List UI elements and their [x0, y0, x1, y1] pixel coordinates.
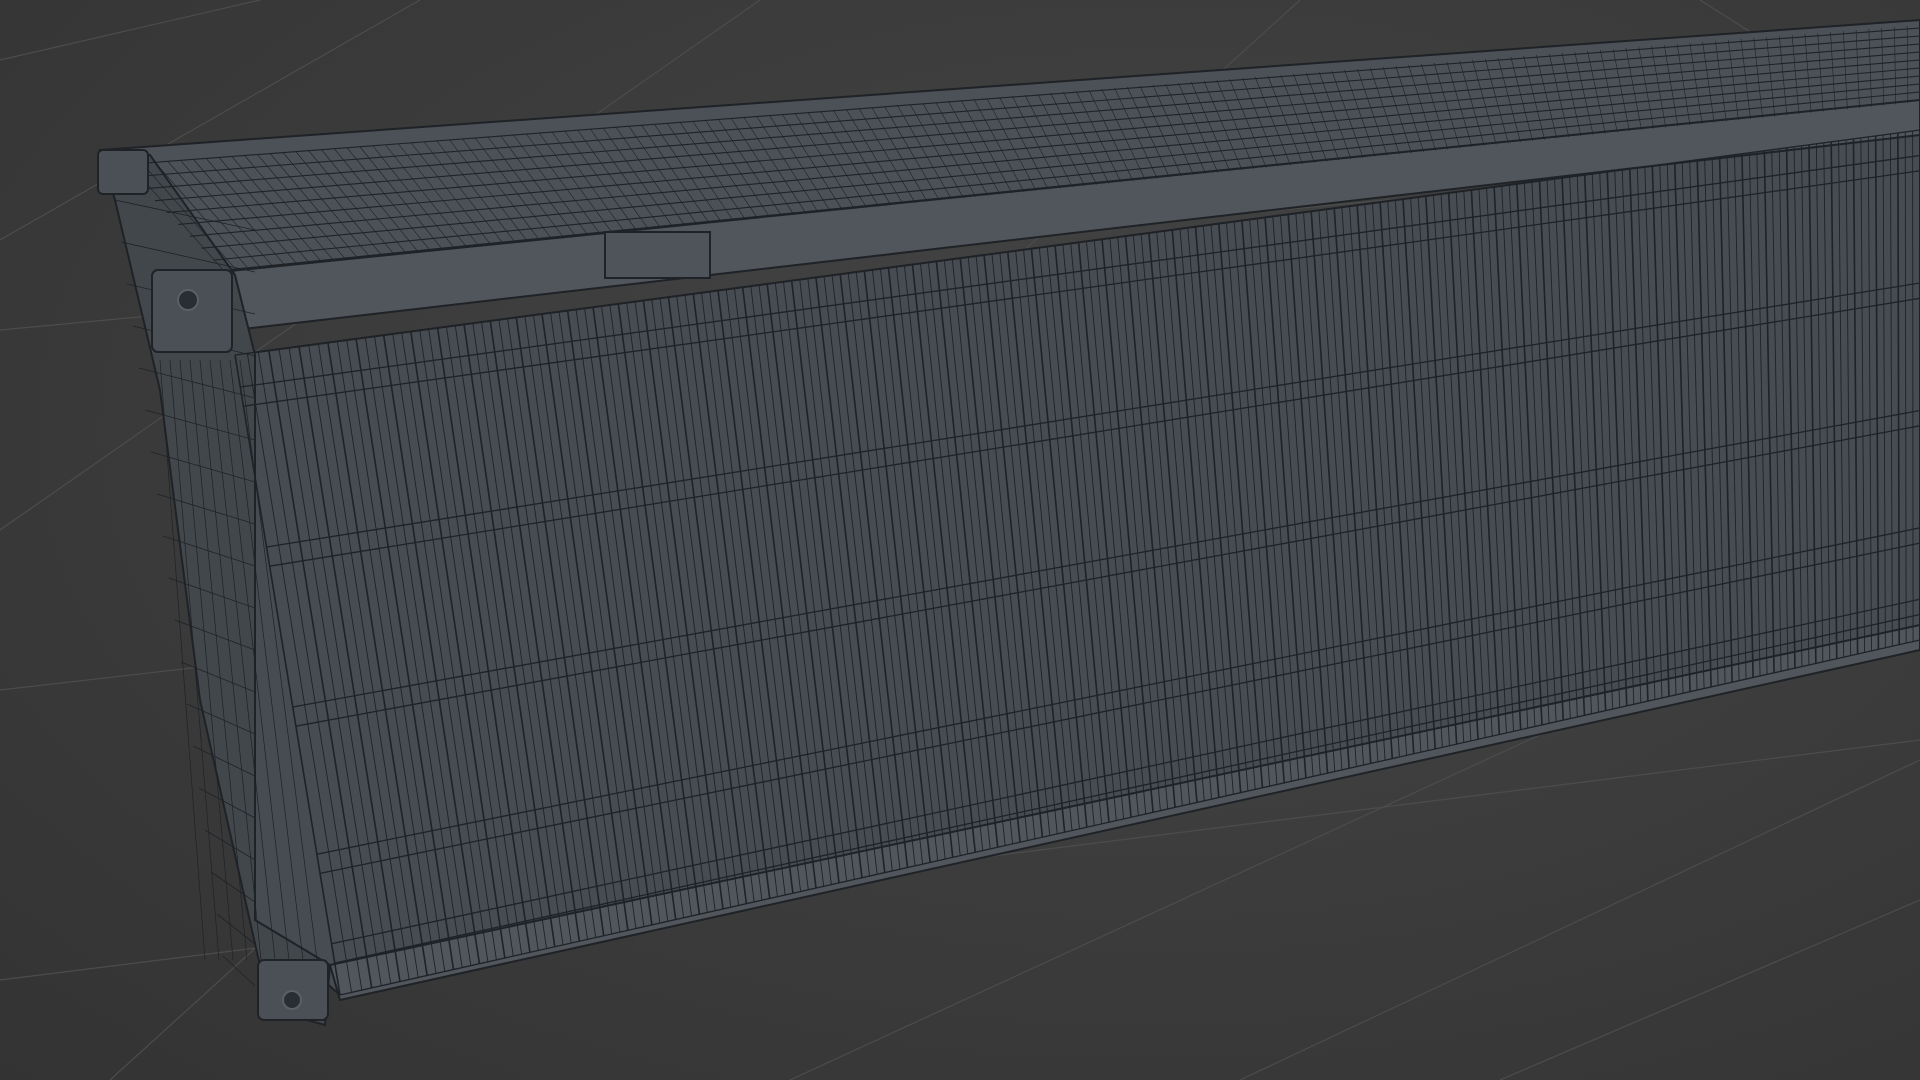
3d-viewport[interactable] — [0, 0, 1920, 1080]
grid-line — [1239, 759, 1920, 1080]
corner-casting-top — [151, 269, 233, 353]
casting-hole-top — [177, 289, 199, 311]
grid-line — [1499, 899, 1920, 1080]
viewport-canvas[interactable] — [0, 0, 1920, 1080]
corner-casting-top-left — [97, 149, 149, 195]
casting-hole-bottom — [282, 990, 302, 1010]
corner-casting-bottom — [257, 959, 329, 1021]
vent-box — [604, 231, 711, 279]
frame-wire — [222, 955, 256, 987]
grid-line — [0, 0, 261, 61]
container-mesh[interactable] — [97, 18, 1920, 1027]
